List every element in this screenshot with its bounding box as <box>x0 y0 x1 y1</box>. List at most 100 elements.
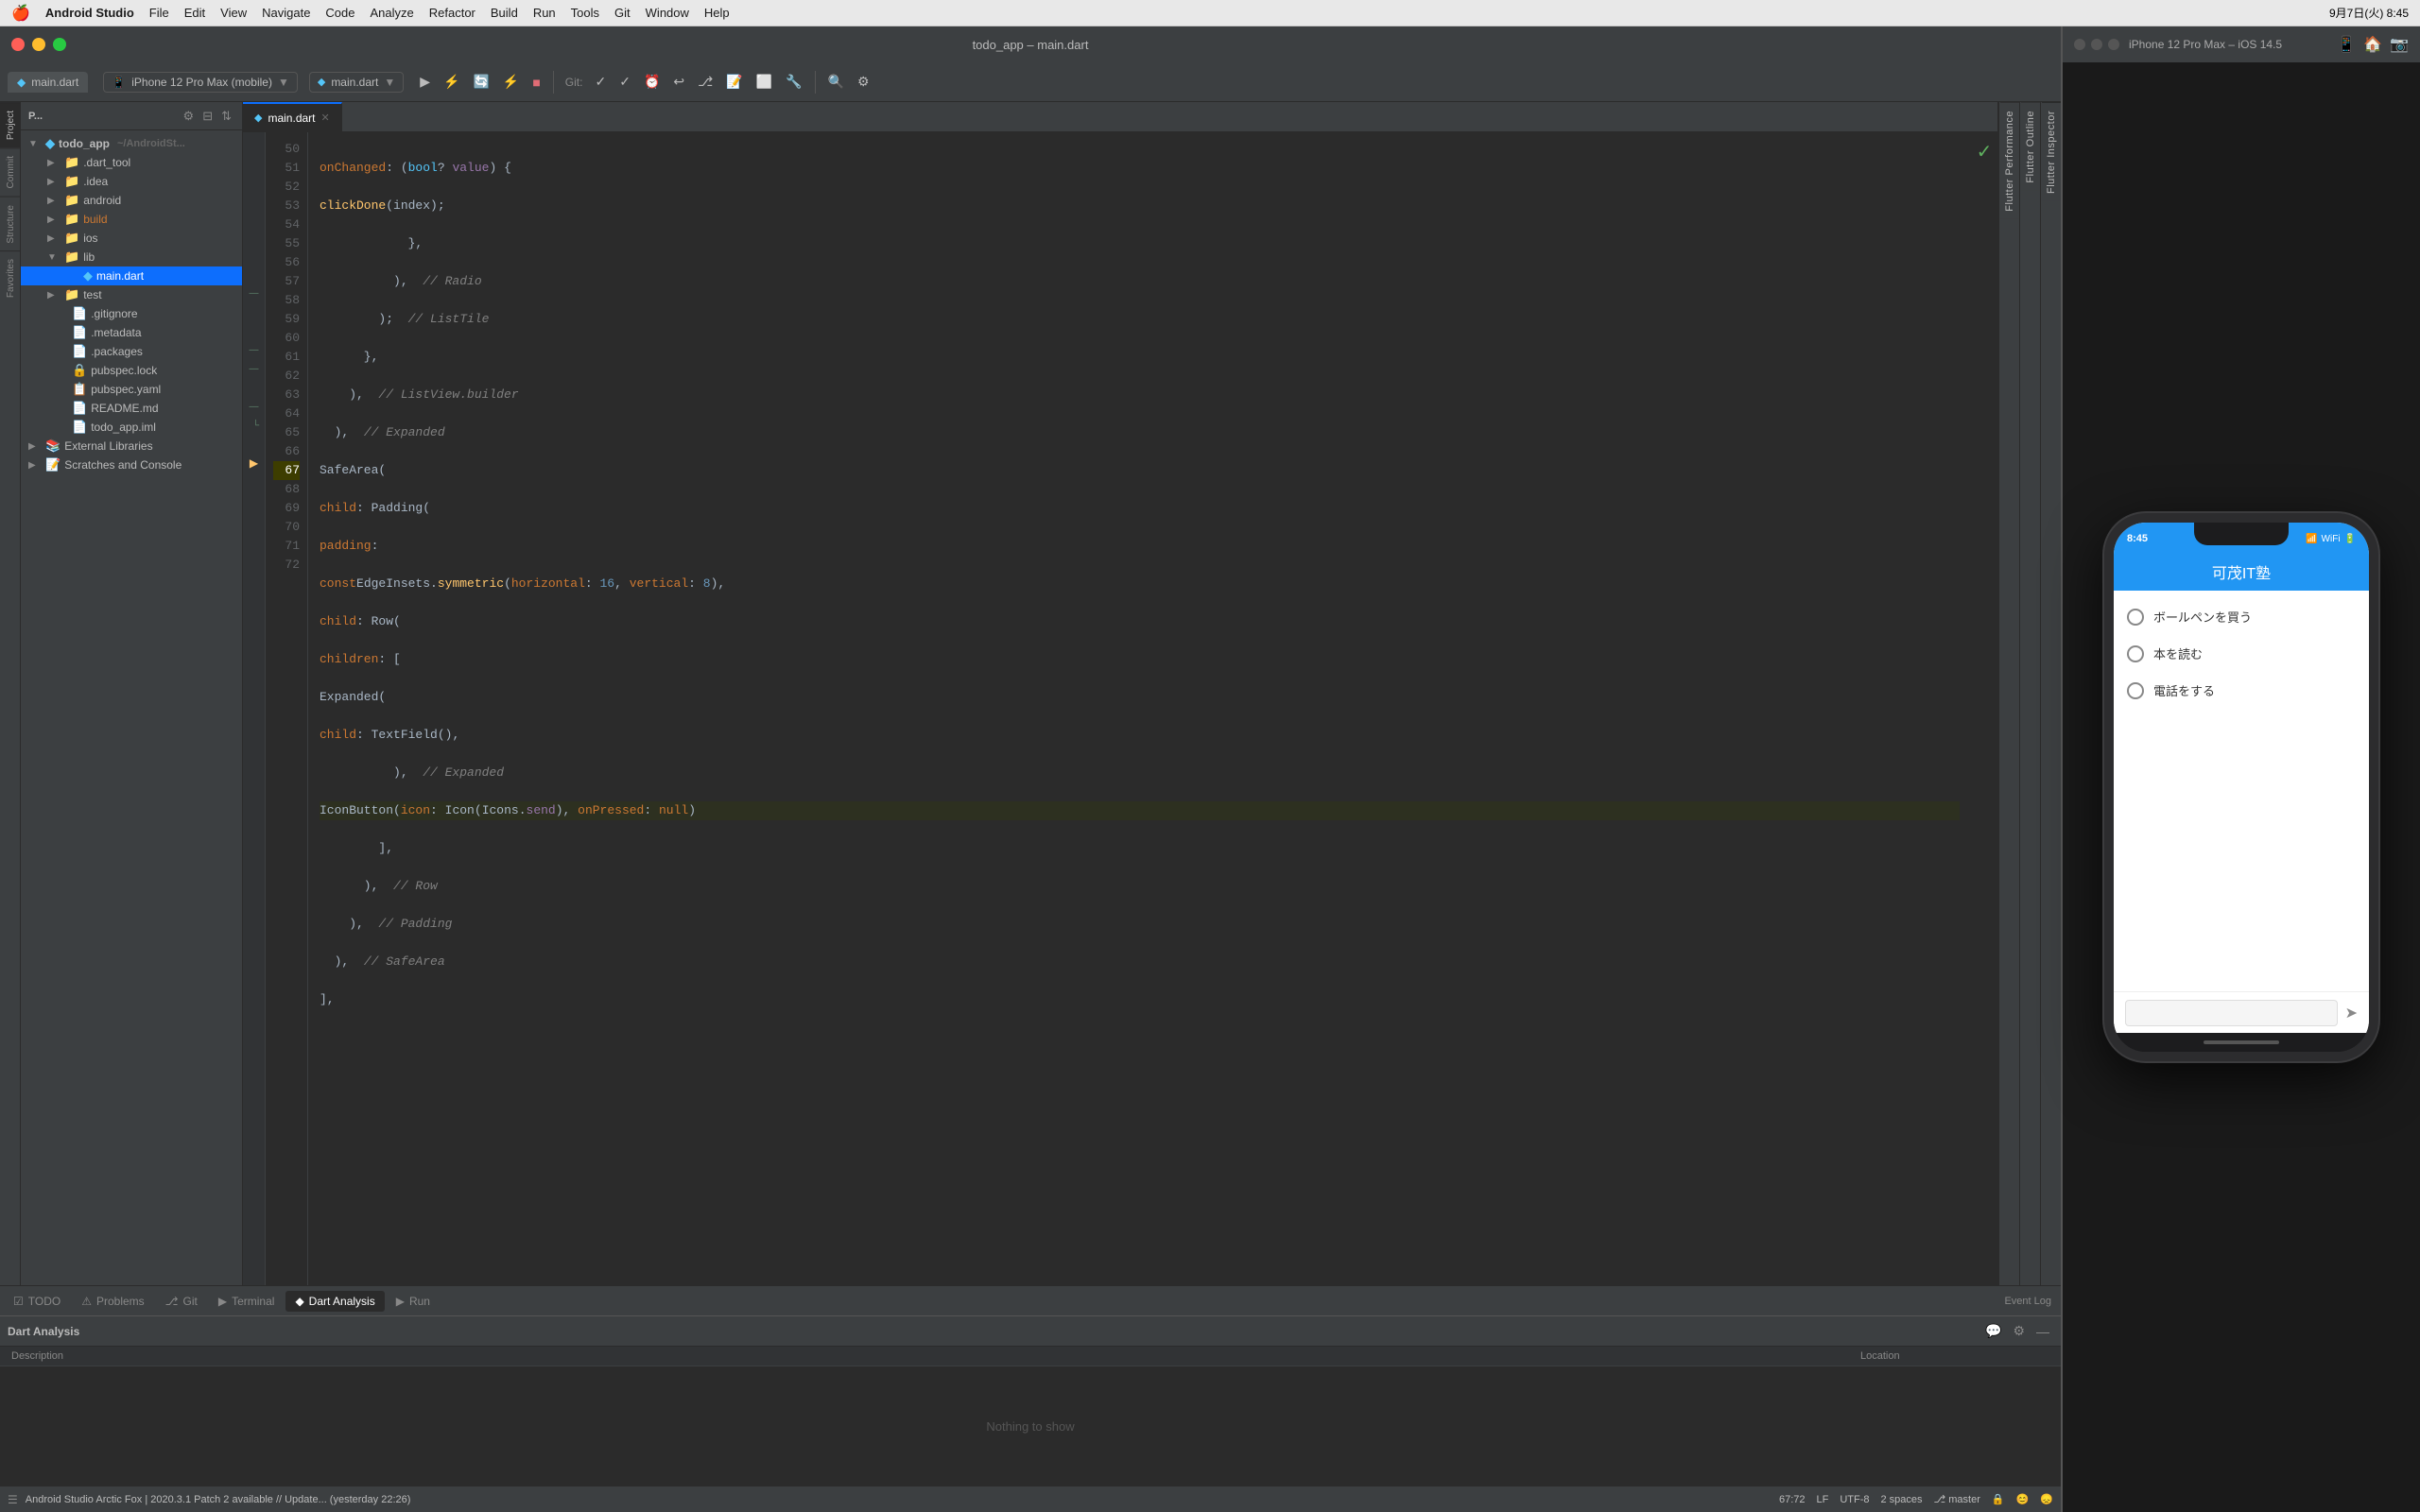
flutter-performance-tab[interactable]: Flutter Performance <box>2000 102 2019 219</box>
tree-iml[interactable]: 📄 todo_app.iml <box>21 418 242 437</box>
tree-packages[interactable]: 📄 .packages <box>21 342 242 361</box>
todo-radio-2[interactable] <box>2127 682 2144 699</box>
menu-tools[interactable]: Tools <box>571 6 599 20</box>
event-log-btn[interactable]: Event Log <box>1998 1296 2057 1307</box>
menu-build[interactable]: Build <box>491 6 518 20</box>
tree-main-dart[interactable]: ◆ main.dart <box>21 266 242 285</box>
menu-file[interactable]: File <box>149 6 169 20</box>
bottom-tab-todo[interactable]: ☑ TODO <box>4 1291 70 1312</box>
status-line-ending[interactable]: LF <box>1816 1494 1828 1505</box>
git-update[interactable]: ✓ <box>590 70 611 94</box>
tree-metadata[interactable]: 📄 .metadata <box>21 323 242 342</box>
git-diff[interactable]: ⬜ <box>752 70 777 94</box>
left-vtab-commit[interactable]: Commit <box>0 147 20 196</box>
tree-build[interactable]: ▶ 📁 build <box>21 210 242 229</box>
sidebar-gear-btn[interactable]: ⚙ <box>181 107 198 126</box>
menu-refactor[interactable]: Refactor <box>429 6 475 20</box>
menu-help[interactable]: Help <box>704 6 730 20</box>
minimize-button[interactable] <box>32 38 45 51</box>
tree-pubspec-lock[interactable]: 🔒 pubspec.lock <box>21 361 242 380</box>
menu-analyze[interactable]: Analyze <box>371 6 414 20</box>
analysis-loc-col[interactable]: Location <box>1860 1350 2049 1362</box>
menu-git[interactable]: Git <box>614 6 631 20</box>
menu-window[interactable]: Window <box>646 6 689 20</box>
git-annotate[interactable]: 📝 <box>721 70 747 94</box>
run-button[interactable]: ▶ <box>415 70 435 94</box>
editor-tab-main[interactable]: ◆ main.dart ✕ <box>243 102 342 131</box>
status-encoding[interactable]: UTF-8 <box>1840 1494 1869 1505</box>
bottom-tab-problems[interactable]: ⚠ Problems <box>72 1291 153 1312</box>
analysis-settings-btn[interactable]: ⚙ <box>2009 1321 2029 1341</box>
bottom-tab-terminal[interactable]: ▶ Terminal <box>209 1291 285 1312</box>
git-resolve[interactable]: 🔧 <box>781 70 806 94</box>
menu-navigate[interactable]: Navigate <box>262 6 310 20</box>
left-vtab-structure[interactable]: Structure <box>0 197 20 251</box>
analysis-minimize-btn[interactable]: — <box>2032 1321 2053 1341</box>
sim-screenshot[interactable]: 📷 <box>2390 35 2409 54</box>
tree-idea[interactable]: ▶ 📁 .idea <box>21 172 242 191</box>
tree-dart-tool[interactable]: ▶ 📁 .dart_tool <box>21 153 242 172</box>
sim-close[interactable] <box>2074 39 2085 50</box>
device-selector[interactable]: 📱 iPhone 12 Pro Max (mobile) ▼ <box>103 72 298 93</box>
flutter-hot-reload[interactable]: ⚡ <box>439 70 464 94</box>
status-branch[interactable]: ⎇ master <box>1934 1493 1980 1505</box>
tree-readme[interactable]: 📄 README.md <box>21 399 242 418</box>
status-panel-toggle[interactable]: ☰ <box>8 1493 18 1506</box>
bottom-tab-run[interactable]: ▶ Run <box>387 1291 440 1312</box>
bottom-tab-git[interactable]: ⎇ Git <box>156 1291 207 1312</box>
menu-edit[interactable]: Edit <box>184 6 205 20</box>
status-emoji-sad[interactable]: 😞 <box>2040 1493 2053 1505</box>
tree-scratches[interactable]: ▶ 📝 Scratches and Console <box>21 455 242 474</box>
status-emoji-happy[interactable]: 😊 <box>2016 1493 2030 1505</box>
sim-home[interactable]: 🏠 <box>2363 35 2382 54</box>
close-button[interactable] <box>11 38 25 51</box>
status-indent[interactable]: 2 spaces <box>1881 1494 1923 1505</box>
left-vtab-favorites[interactable]: Favorites <box>0 250 20 305</box>
menu-run[interactable]: Run <box>533 6 556 20</box>
tree-external-libs[interactable]: ▶ 📚 External Libraries <box>21 437 242 455</box>
settings-btn[interactable]: ⚙ <box>853 70 874 94</box>
sim-rotate[interactable]: 📱 <box>2337 35 2356 54</box>
sidebar-collapse-btn[interactable]: ⊟ <box>199 107 216 126</box>
menu-android-studio[interactable]: Android Studio <box>45 6 134 20</box>
run-config-selector[interactable]: ◆ main.dart ▼ <box>309 72 404 93</box>
maximize-button[interactable] <box>53 38 66 51</box>
status-cursor[interactable]: 67:72 <box>1779 1494 1806 1505</box>
todo-radio-1[interactable] <box>2127 645 2144 662</box>
menu-view[interactable]: View <box>220 6 247 20</box>
hot-reload-btn[interactable]: ⚡ <box>498 70 524 94</box>
tree-lib[interactable]: ▼ 📁 lib <box>21 248 242 266</box>
apple-menu[interactable]: 🍎 <box>11 4 30 23</box>
analysis-desc-col[interactable]: Description <box>11 1350 1860 1362</box>
phone-send-icon[interactable]: ➤ <box>2345 1004 2358 1022</box>
sim-minimize[interactable] <box>2091 39 2102 50</box>
close-tab-icon[interactable]: ✕ <box>321 112 330 124</box>
sim-maximize[interactable] <box>2108 39 2119 50</box>
analysis-comment-btn[interactable]: 💬 <box>1981 1321 2005 1341</box>
code-content[interactable]: onChanged: (bool? value) { clickDone(ind… <box>308 132 1971 1285</box>
status-lock-icon[interactable]: 🔒 <box>1992 1493 2005 1505</box>
stop-button[interactable]: ■ <box>527 71 544 94</box>
tree-test[interactable]: ▶ 📁 test <box>21 285 242 304</box>
tree-pubspec-yaml[interactable]: 📋 pubspec.yaml <box>21 380 242 399</box>
todo-radio-0[interactable] <box>2127 609 2144 626</box>
git-branch[interactable]: ⎇ <box>693 70 717 94</box>
tree-root[interactable]: ▼ ◆ todo_app ~/AndroidSt... <box>21 134 242 153</box>
menu-code[interactable]: Code <box>325 6 354 20</box>
tree-gitignore[interactable]: 📄 .gitignore <box>21 304 242 323</box>
flutter-inspector-tab[interactable]: Flutter Inspector <box>2042 102 2061 201</box>
search-everywhere[interactable]: 🔍 <box>823 70 849 94</box>
bottom-tab-dart-analysis[interactable]: ◆ Dart Analysis <box>285 1291 384 1312</box>
flutter-restart[interactable]: 🔄 <box>468 70 493 94</box>
git-revert[interactable]: ↩ <box>668 70 689 94</box>
left-vtab-project[interactable]: Project <box>0 102 20 147</box>
toolbar-file-tab[interactable]: ◆ main.dart <box>8 72 88 93</box>
tree-ios[interactable]: ▶ 📁 ios <box>21 229 242 248</box>
status-message[interactable]: Android Studio Arctic Fox | 2020.3.1 Pat… <box>26 1494 411 1505</box>
flutter-outline-tab[interactable]: Flutter Outline <box>2021 102 2040 191</box>
sidebar-sort-btn[interactable]: ⇅ <box>218 107 234 126</box>
git-push[interactable]: ✓ <box>614 70 635 94</box>
phone-text-field[interactable] <box>2125 1000 2338 1026</box>
tree-android[interactable]: ▶ 📁 android <box>21 191 242 210</box>
git-history[interactable]: ⏰ <box>639 70 665 94</box>
